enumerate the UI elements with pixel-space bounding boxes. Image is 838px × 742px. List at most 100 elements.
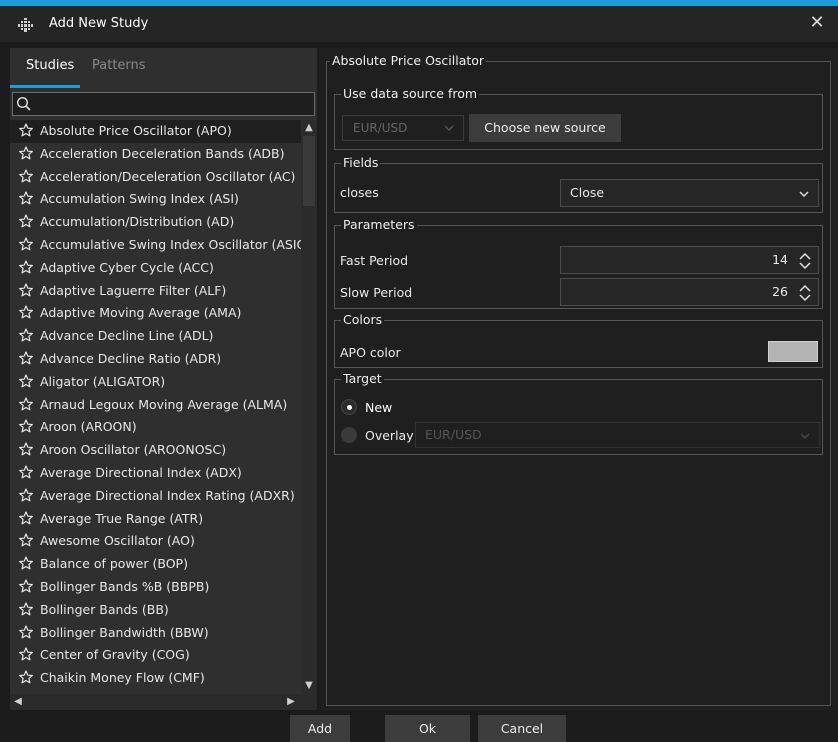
search-input[interactable]	[12, 92, 315, 116]
study-label: Adaptive Cyber Cycle (ACC)	[40, 259, 214, 275]
field-select[interactable]: Close	[560, 179, 819, 207]
list-item[interactable]: Accumulation/Distribution (AD)	[10, 211, 301, 234]
scroll-left-icon[interactable]: ◀	[10, 694, 26, 710]
stepper-arrows-icon[interactable]	[798, 252, 812, 270]
star-icon[interactable]	[19, 646, 33, 661]
scroll-right-icon[interactable]: ▶	[283, 694, 299, 710]
study-label: Advance Decline Line (ADL)	[40, 328, 214, 344]
overlay-source-select: EUR/USD	[415, 422, 820, 448]
list-item[interactable]: Aroon Oscillator (AROONOSC)	[10, 439, 301, 462]
list-item[interactable]: Adaptive Cyber Cycle (ACC)	[10, 257, 301, 280]
star-icon[interactable]	[19, 669, 33, 684]
study-label: Accumulation/Distribution (AD)	[40, 214, 235, 230]
list-item[interactable]: Adaptive Moving Average (AMA)	[10, 302, 301, 325]
list-item[interactable]: Accumulation Swing Index (ASI)	[10, 188, 301, 211]
list-item[interactable]: Average Directional Index (ADX)	[10, 462, 301, 485]
study-label: Balance of power (BOP)	[40, 556, 188, 572]
radio-dot-icon	[347, 405, 352, 410]
window-title: Add New Study	[49, 16, 149, 31]
study-label: Aligator (ALIGATOR)	[40, 373, 166, 389]
choose-source-button[interactable]: Choose new source	[469, 114, 621, 142]
apo-color-swatch[interactable]	[768, 341, 818, 362]
list-item[interactable]: Accumulative Swing Index Oscillator (ASI…	[10, 234, 301, 257]
star-icon[interactable]	[19, 532, 33, 547]
study-label: Acceleration Deceleration Bands (ADB)	[40, 145, 285, 161]
study-label: Center of Gravity (COG)	[40, 647, 190, 663]
list-item[interactable]: Center of Gravity (COG)	[10, 644, 301, 667]
list-item[interactable]: Absolute Price Oscillator (APO)	[10, 120, 301, 143]
star-icon[interactable]	[19, 555, 33, 570]
parameters-legend: Parameters	[341, 217, 417, 232]
search-icon	[16, 96, 31, 111]
overlay-radio[interactable]	[341, 427, 357, 443]
star-icon[interactable]	[19, 190, 33, 205]
list-item[interactable]: Advance Decline Line (ADL)	[10, 325, 301, 348]
horizontal-scrollbar[interactable]: ◀ ▶	[10, 694, 317, 710]
star-icon[interactable]	[19, 373, 33, 388]
chevron-down-icon	[800, 433, 810, 439]
cancel-button[interactable]: Cancel	[478, 715, 566, 742]
overlay-source-value: EUR/USD	[425, 427, 482, 442]
new-label: New	[365, 400, 393, 415]
vertical-scrollbar[interactable]: ▲ ▼	[301, 120, 317, 694]
star-icon[interactable]	[19, 145, 33, 160]
new-radio[interactable]	[341, 399, 357, 415]
star-icon[interactable]	[19, 418, 33, 433]
stepper-arrows-icon[interactable]	[798, 284, 812, 302]
add-button[interactable]: Add	[290, 715, 350, 742]
star-icon[interactable]	[19, 601, 33, 616]
list-item[interactable]: Average Directional Index Rating (ADXR)	[10, 485, 301, 508]
scroll-up-icon[interactable]: ▲	[301, 120, 317, 136]
list-item[interactable]: Average True Range (ATR)	[10, 508, 301, 531]
list-item[interactable]: Balance of power (BOP)	[10, 553, 301, 576]
chevron-down-icon	[444, 125, 454, 131]
study-title: Absolute Price Oscillator	[330, 53, 487, 68]
list-item[interactable]: Arnaud Legoux Moving Average (ALMA)	[10, 394, 301, 417]
study-label: Accumulative Swing Index Oscillator (ASI…	[40, 236, 301, 252]
star-icon[interactable]	[19, 168, 33, 182]
star-icon[interactable]	[19, 510, 33, 524]
star-icon[interactable]	[19, 236, 33, 251]
star-icon[interactable]	[19, 487, 33, 502]
list-item[interactable]: Adaptive Laguerre Filter (ALF)	[10, 280, 301, 303]
list-item[interactable]: Chaikin Money Flow (CMF)	[10, 667, 301, 690]
list-item[interactable]: Acceleration/Deceleration Oscillator (AC…	[10, 166, 301, 189]
list-item[interactable]: Bollinger Bands (BB)	[10, 599, 301, 622]
study-label: Bollinger Bands %B (BBPB)	[40, 578, 210, 594]
star-icon[interactable]	[19, 396, 33, 410]
star-icon[interactable]	[19, 304, 33, 319]
star-icon[interactable]	[19, 441, 33, 456]
list-item[interactable]: Acceleration Deceleration Bands (ADB)	[10, 143, 301, 166]
star-icon[interactable]	[19, 213, 33, 228]
star-icon[interactable]	[19, 282, 33, 296]
study-label: Aroon Oscillator (AROONOSC)	[40, 442, 227, 458]
ok-button[interactable]: Ok	[385, 715, 470, 742]
star-icon[interactable]	[19, 122, 33, 137]
scroll-down-icon[interactable]: ▼	[301, 678, 317, 694]
slow-period-value: 26	[772, 284, 788, 299]
fields-label: closes	[340, 185, 379, 200]
list-item[interactable]: Aligator (ALIGATOR)	[10, 371, 301, 394]
list-item[interactable]: Advance Decline Ratio (ADR)	[10, 348, 301, 371]
star-icon[interactable]	[19, 464, 33, 479]
tab-patterns[interactable]: Patterns	[92, 58, 146, 73]
list-item[interactable]: Bollinger Bandwidth (BBW)	[10, 622, 301, 645]
study-label: Acceleration/Deceleration Oscillator (AC…	[40, 168, 296, 184]
star-icon[interactable]	[19, 578, 33, 593]
fast-period-stepper[interactable]: 14	[560, 246, 819, 274]
close-icon[interactable]: ✕	[806, 12, 828, 34]
star-icon[interactable]	[19, 624, 33, 638]
tab-studies[interactable]: Studies	[26, 58, 74, 73]
scrollbar-thumb[interactable]	[303, 136, 315, 206]
app-logo-icon	[18, 18, 33, 32]
slow-period-stepper[interactable]: 26	[560, 278, 819, 306]
study-label: Absolute Price Oscillator (APO)	[40, 123, 232, 138]
list-item[interactable]: Aroon (AROON)	[10, 416, 301, 439]
list-item[interactable]: Awesome Oscillator (AO)	[10, 530, 301, 553]
star-icon[interactable]	[19, 327, 33, 342]
study-label: Aroon (AROON)	[40, 419, 137, 435]
studies-list: Absolute Price Oscillator (APO) Accelerat…	[10, 120, 301, 694]
star-icon[interactable]	[19, 259, 33, 274]
list-item[interactable]: Bollinger Bands %B (BBPB)	[10, 576, 301, 599]
star-icon[interactable]	[19, 350, 33, 365]
